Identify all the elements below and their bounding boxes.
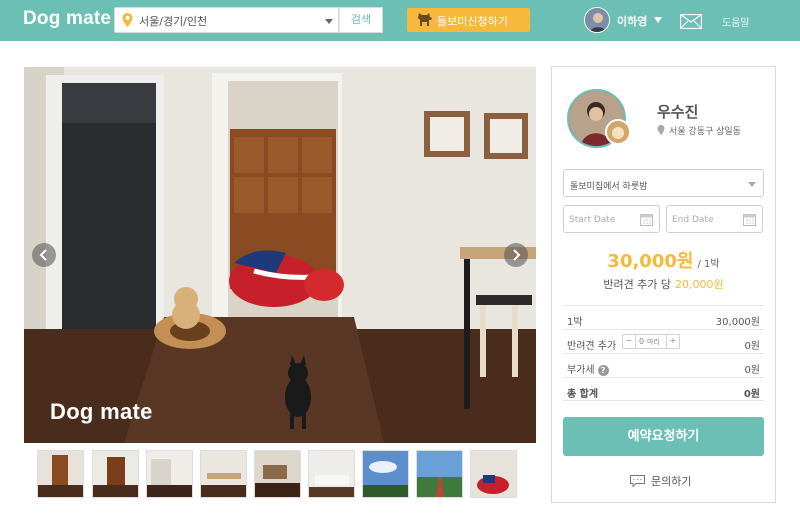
price-unit: / 1박 [697, 259, 720, 270]
thumbnail[interactable] [416, 450, 463, 498]
total-value: 0원 [743, 389, 760, 400]
inquiry-label: 문의하기 [651, 475, 692, 488]
thumbnail[interactable] [200, 450, 247, 498]
price-breakdown: 1박 30,000원 반려견 추가 − 0 마리 + 0원 부가세? 0원 총 … [563, 305, 764, 401]
breakdown-row-vat: 부가세? 0원 [563, 353, 764, 377]
thumbnail[interactable] [146, 450, 193, 498]
user-menu-caret-icon[interactable] [654, 17, 662, 23]
price-amount: 30,000원 [607, 251, 694, 272]
reserve-request-button[interactable]: 예약요청하기 [563, 417, 764, 456]
prev-photo-button[interactable] [32, 243, 56, 267]
plus-button[interactable]: + [666, 335, 679, 348]
service-type-select[interactable]: 돌보미집에서 하룻밤 [563, 169, 764, 197]
help-icon[interactable]: ? [597, 365, 609, 376]
vat-value: 0원 [744, 365, 760, 376]
thumbnail[interactable] [308, 450, 355, 498]
location-pin-icon [122, 13, 133, 27]
breakdown-row-total: 총 합계 0원 [563, 377, 764, 401]
search-button[interactable]: 검색 [339, 7, 383, 33]
minus-button[interactable]: − [623, 335, 636, 348]
extra-dog-value: 20,000원 [675, 278, 724, 291]
user-name[interactable]: 이하영 [617, 13, 647, 29]
host-location: 서울 강동구 상일동 [657, 124, 741, 137]
vat-label-wrap: 부가세? [567, 361, 609, 376]
dog-icon [418, 13, 432, 26]
end-date-input[interactable]: End Date [666, 205, 763, 233]
dog-count-unit: 마리 [647, 338, 660, 346]
thumbnail[interactable] [362, 450, 409, 498]
chevron-down-icon [325, 19, 333, 24]
location-value: 서울/경기/인천 [139, 15, 208, 28]
thumbnail[interactable] [470, 450, 517, 498]
location-select[interactable]: 서울/경기/인천 [114, 7, 339, 33]
host-location-text: 서울 강동구 상일동 [669, 127, 741, 137]
host-dog-badge [605, 119, 631, 145]
calendar-icon [743, 214, 756, 226]
breakdown-row-dog: 반려견 추가 − 0 마리 + 0원 [563, 329, 764, 353]
dog-count-value: 0 [639, 337, 645, 346]
chat-icon [630, 475, 645, 487]
start-date-input[interactable]: Start Date [563, 205, 660, 233]
chevron-down-icon [748, 182, 756, 187]
night-value: 30,000원 [715, 317, 760, 328]
dog-count-stepper[interactable]: − 0 마리 + [622, 334, 680, 349]
night-label: 1박 [567, 317, 583, 328]
chevron-right-icon [513, 249, 521, 261]
thumbnail[interactable] [92, 450, 139, 498]
total-label: 총 합계 [567, 389, 599, 400]
apply-button-label: 돌보미신청하기 [437, 15, 508, 28]
extra-dog-price: 반려견 추가 당 20,000원 [552, 276, 775, 292]
start-date-placeholder: Start Date [569, 215, 616, 225]
price-per-night: 30,000원/ 1박 [552, 247, 775, 273]
end-date-placeholder: End Date [672, 215, 714, 225]
inquiry-link[interactable]: 문의하기 [630, 473, 691, 489]
vat-label: 부가세 [567, 365, 595, 376]
thumbnail[interactable] [37, 450, 84, 498]
breakdown-row-night: 1박 30,000원 [563, 305, 764, 329]
thumbnail[interactable] [254, 450, 301, 498]
user-avatar[interactable] [584, 7, 610, 33]
main-photo: Dog mate [24, 67, 536, 443]
help-link[interactable]: 도움말 [722, 14, 750, 29]
location-pin-icon [657, 125, 665, 135]
host-name: 우수진 [657, 103, 699, 121]
booking-panel: 우수진 서울 강동구 상일동 돌보미집에서 하룻밤 Start Date End… [551, 66, 776, 503]
chevron-left-icon [39, 249, 47, 261]
mail-icon[interactable] [680, 14, 702, 29]
extra-dog-label: 반려견 추가 당 [603, 278, 672, 291]
dog-value: 0원 [744, 341, 760, 352]
top-nav: Dog mate 서울/경기/인천 검색 돌보미신청하기 이하영 도움말 [0, 0, 800, 41]
next-photo-button[interactable] [504, 243, 528, 267]
photo-watermark: Dog mate [50, 399, 153, 424]
dog-label: 반려견 추가 [567, 341, 617, 352]
service-type-value: 돌보미집에서 하룻밤 [570, 182, 648, 192]
thumbnail-strip [37, 450, 527, 498]
logo[interactable]: Dog mate [23, 8, 111, 30]
apply-sitter-button[interactable]: 돌보미신청하기 [407, 8, 530, 32]
calendar-icon [640, 214, 653, 226]
